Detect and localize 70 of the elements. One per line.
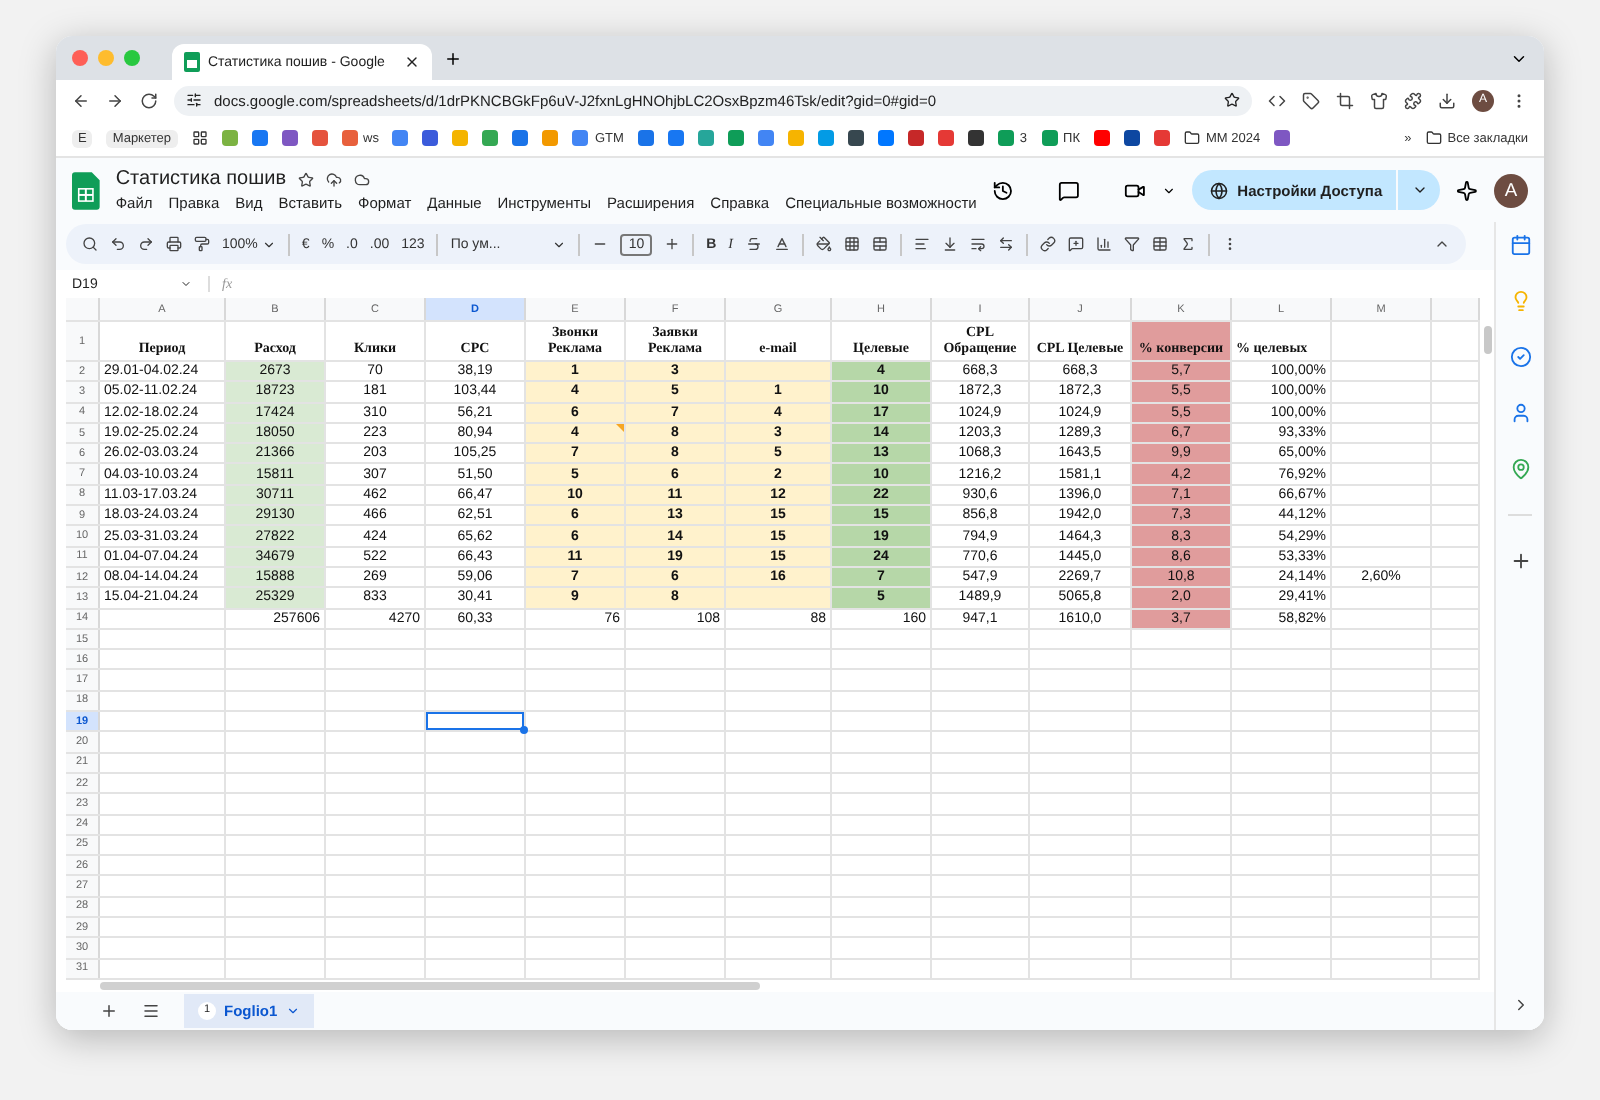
- print-icon[interactable]: [166, 236, 182, 252]
- rotate-text-icon[interactable]: [997, 236, 1014, 252]
- crop-icon[interactable]: [1336, 91, 1354, 109]
- forward-icon[interactable]: [106, 91, 124, 109]
- text-color-icon[interactable]: [773, 236, 790, 252]
- borders-icon[interactable]: [843, 236, 860, 252]
- contacts-icon[interactable]: [1509, 402, 1531, 424]
- calendar-icon[interactable]: [1509, 234, 1531, 256]
- cloud-icon[interactable]: [354, 171, 371, 187]
- bookmark-star-icon[interactable]: [1224, 92, 1240, 108]
- tag-icon[interactable]: [1302, 91, 1320, 109]
- extensions-icon[interactable]: [1404, 91, 1422, 109]
- chart-icon[interactable]: [1095, 236, 1112, 252]
- sum-icon[interactable]: [1179, 236, 1196, 252]
- search-icon[interactable]: [82, 236, 98, 252]
- sheets-logo[interactable]: [72, 171, 100, 209]
- collapse-icon[interactable]: [1434, 236, 1450, 252]
- globe-icon: [1209, 181, 1228, 199]
- bookmark-icon[interactable]: [1124, 130, 1141, 146]
- site-settings-icon[interactable]: [186, 92, 202, 108]
- filter-icon[interactable]: [1123, 236, 1140, 252]
- plus-icon[interactable]: [664, 236, 681, 252]
- vertical-align-icon[interactable]: [941, 236, 958, 252]
- all-sheets-icon[interactable]: [142, 1001, 160, 1020]
- code-icon[interactable]: [1268, 91, 1286, 109]
- merge-icon[interactable]: [871, 236, 888, 252]
- document-title[interactable]: Статистика пошив: [115, 168, 287, 190]
- caret-icon: [552, 237, 567, 251]
- caret-icon: [285, 1003, 300, 1018]
- map-pin-icon[interactable]: [1509, 458, 1531, 480]
- bookmark-icon[interactable]: [847, 130, 864, 146]
- fill-color-icon[interactable]: [815, 236, 832, 252]
- align-icon[interactable]: [913, 236, 930, 252]
- reload-icon[interactable]: [140, 91, 158, 109]
- strikethrough-icon[interactable]: [745, 236, 762, 252]
- add-icon[interactable]: [1509, 550, 1531, 572]
- close-icon[interactable]: [404, 54, 420, 70]
- account-avatar[interactable]: A: [1494, 173, 1528, 207]
- wrap-icon[interactable]: [969, 236, 986, 252]
- fill-handle[interactable]: [520, 726, 528, 735]
- video-icon[interactable]: [1123, 179, 1146, 201]
- history-icon[interactable]: [992, 179, 1015, 201]
- table-icon[interactable]: [1151, 236, 1168, 252]
- folder-icon: [1425, 130, 1442, 146]
- caret-icon[interactable]: [1412, 182, 1429, 198]
- apps-icon[interactable]: [191, 130, 208, 146]
- paint-format-icon[interactable]: [194, 236, 210, 252]
- comments-icon[interactable]: [1058, 179, 1080, 201]
- tasks-icon[interactable]: [1509, 346, 1531, 368]
- scrollbar-thumb[interactable]: [100, 981, 760, 990]
- comment-icon[interactable]: [1067, 236, 1084, 252]
- link-icon[interactable]: [1039, 236, 1056, 252]
- caret-icon: [180, 278, 192, 290]
- bookmark-icon[interactable]: [907, 130, 924, 146]
- corner-cell[interactable]: [66, 298, 100, 320]
- shirt-icon[interactable]: [1370, 91, 1388, 109]
- sparkle-icon[interactable]: [1456, 179, 1478, 201]
- back-icon[interactable]: [72, 91, 90, 109]
- new-tab-icon[interactable]: [444, 49, 462, 67]
- caret-icon: [261, 237, 276, 251]
- download-icon[interactable]: [1438, 91, 1456, 109]
- undo-icon[interactable]: [110, 236, 126, 252]
- redo-icon[interactable]: [138, 236, 154, 252]
- caret-icon[interactable]: [1161, 183, 1176, 197]
- sheets-icon: [184, 52, 200, 72]
- bookmark-icon[interactable]: [967, 130, 984, 146]
- add-sheet-icon[interactable]: [100, 1001, 118, 1020]
- star-icon[interactable]: [298, 171, 315, 187]
- folder-icon: [1184, 130, 1201, 146]
- bookmark-icon[interactable]: [422, 130, 439, 146]
